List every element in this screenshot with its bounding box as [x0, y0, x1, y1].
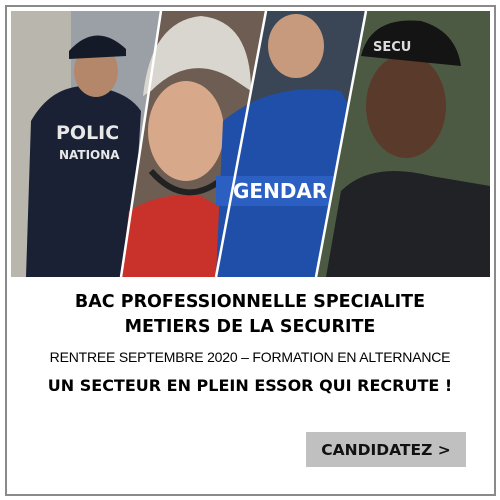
security-professions-photo-collage: POLIC NATIONA GENDAR SECU — [11, 11, 490, 277]
apply-button[interactable]: CANDIDATEZ > — [306, 432, 466, 467]
police-lettering: POLIC — [56, 122, 119, 144]
police-sub-lettering: NATIONA — [59, 148, 120, 162]
gendarmerie-lettering: GENDAR — [233, 179, 327, 203]
banner-subtitle: RENTREE SEPTEMBRE 2020 – FORMATION EN AL… — [49, 349, 451, 365]
security-lettering: SECU — [373, 40, 411, 55]
banner-title: BAC PROFESSIONNELLE SPECIALITE METIERS D… — [0, 290, 500, 340]
title-line-2: METIERS DE LA SECURITE — [124, 317, 376, 337]
banner-tagline: UN SECTEUR EN PLEIN ESSOR QUI RECRUTE ! — [47, 376, 453, 395]
title-line-1: BAC PROFESSIONNELLE SPECIALITE — [74, 292, 426, 312]
